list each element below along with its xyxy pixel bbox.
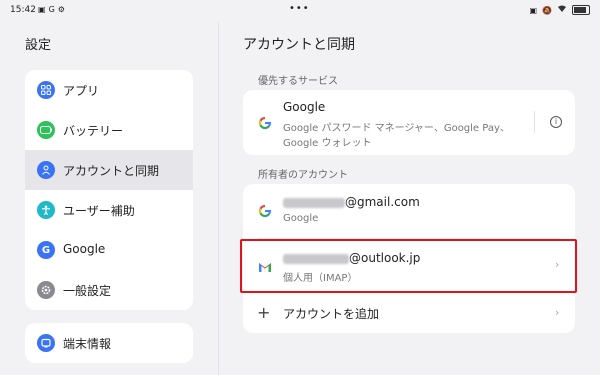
settings-icon: ⚙: [57, 5, 65, 14]
chevron-right-icon: ›: [555, 306, 560, 319]
menu-item-accessibility[interactable]: ユーザー補助: [25, 190, 193, 230]
menu-item-label: 端末情報: [63, 337, 112, 351]
menu-item-label: バッテリー: [63, 124, 124, 138]
redacted-username: [283, 197, 345, 208]
apps-icon: [37, 81, 55, 99]
menu-item-label: ユーザー補助: [63, 204, 135, 218]
account-type: Google: [283, 213, 319, 224]
person-icon: [37, 161, 55, 179]
menu-item-device-info[interactable]: 端末情報: [25, 323, 193, 363]
menu-item-battery[interactable]: バッテリー: [25, 110, 193, 150]
battery-icon: [572, 5, 590, 15]
info-icon[interactable]: i: [550, 116, 562, 128]
screen: 15:42 ▣ G ⚙ ••• ▣ 🔕 設定 アプリ バッテリー アカウントと同…: [0, 0, 600, 375]
menu-item-label: アカウントと同期: [63, 164, 160, 178]
image-icon: ▣: [38, 5, 46, 14]
pane-divider: [218, 22, 219, 375]
service-desc-line2: Google ウォレット: [283, 138, 372, 149]
google-icon: G: [37, 241, 55, 259]
battery-icon: [37, 121, 55, 139]
wifi-icon: [557, 5, 567, 15]
menu-item-google[interactable]: G Google: [25, 230, 193, 270]
nfc-icon: ▣: [529, 5, 538, 15]
menu-item-general[interactable]: 一般設定: [25, 270, 193, 310]
account-email: @gmail.com: [283, 195, 420, 209]
menu-item-label: Google: [63, 242, 106, 256]
notification-icons: ▣ G ⚙: [38, 5, 65, 14]
gear-icon: [37, 281, 55, 299]
google-icon: G: [48, 5, 55, 14]
menu-item-label: アプリ: [63, 84, 100, 98]
menu-item-apps[interactable]: アプリ: [25, 70, 193, 110]
divider: [534, 111, 535, 133]
add-account-button[interactable]: + アカウントを追加 ›: [243, 294, 575, 332]
section-title: アカウントと同期: [243, 37, 355, 53]
status-bar: 15:42 ▣ G ⚙ ••• ▣ 🔕: [0, 0, 600, 22]
menu-item-accounts-sync[interactable]: アカウントと同期: [25, 150, 193, 190]
google-icon: [258, 116, 272, 130]
accessibility-icon: [37, 201, 55, 219]
status-time: 15:42: [10, 5, 36, 15]
add-account-label: アカウントを追加: [283, 307, 380, 321]
service-title: Google: [283, 100, 326, 114]
tablet-icon: [37, 334, 55, 352]
mute-icon: 🔕: [542, 5, 552, 15]
multitask-dots[interactable]: •••: [289, 3, 310, 14]
account-row[interactable]: @gmail.com Google: [243, 184, 575, 236]
owner-accounts-label: 所有者のアカウント: [258, 170, 348, 181]
service-desc-line1: Google パスワード マネージャー、Google Pay、: [283, 123, 510, 134]
page-title: 設定: [25, 38, 52, 53]
settings-menu: アプリ バッテリー アカウントと同期 ユーザー補助 G Google 一般設定: [25, 70, 193, 310]
menu-item-label: 一般設定: [63, 284, 112, 298]
highlight-box: [240, 239, 577, 293]
system-icons: ▣ 🔕: [529, 5, 590, 15]
google-icon: [258, 204, 272, 218]
google-service-card[interactable]: Google Google パスワード マネージャー、Google Pay、 G…: [243, 90, 575, 155]
preferred-services-label: 優先するサービス: [258, 76, 338, 87]
device-info-card: 端末情報: [25, 323, 193, 363]
plus-icon: +: [257, 303, 271, 322]
